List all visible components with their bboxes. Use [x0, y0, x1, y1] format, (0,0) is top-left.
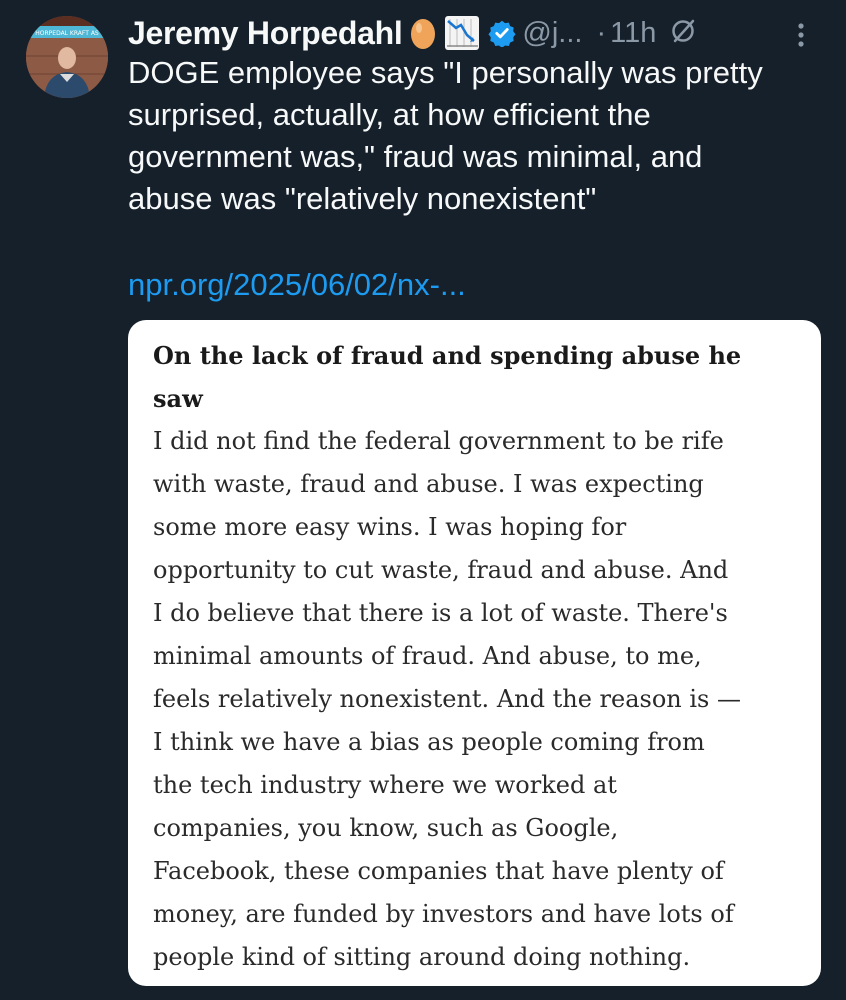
- avatar-sign-text: HORPEDAL KRAFT AS: [35, 30, 99, 37]
- quote-body-line: I did not find the federal government to…: [153, 427, 724, 455]
- quote-body-line: I think we have a bias as people coming …: [153, 728, 705, 756]
- tweet-text-line: surprised, actually, at how efficient th…: [128, 97, 651, 132]
- tweet-text-line: abuse was "relatively nonexistent": [128, 181, 597, 216]
- quote-heading-line: saw: [153, 384, 203, 413]
- separator-dot: ·: [596, 16, 607, 49]
- quote-body-line: people kind of sitting around doing noth…: [153, 943, 691, 971]
- quote-body-line: I do believe that there is a lot of wast…: [153, 599, 728, 627]
- quote-body-line: minimal amounts of fraud. And abuse, to …: [153, 642, 702, 670]
- quote-body-line: feels relatively nonexistent. And the re…: [153, 685, 741, 713]
- avatar[interactable]: HORPEDAL KRAFT AS: [26, 16, 108, 98]
- author-handle[interactable]: @j...: [522, 17, 582, 50]
- author-display-name[interactable]: Jeremy Horpedahl: [128, 15, 403, 52]
- chart-decreasing-icon: [444, 15, 480, 51]
- quote-body-line: the tech industry where we worked at: [153, 771, 617, 799]
- quote-heading-line: On the lack of fraud and spending abuse …: [153, 341, 742, 370]
- quote-body-line: opportunity to cut waste, fraud and abus…: [153, 556, 729, 584]
- quote-body-line: Facebook, these companies that have plen…: [153, 857, 724, 885]
- tweet-text-line: government was," fraud was minimal, and: [128, 139, 703, 174]
- quote-body-line: companies, you know, such as Google,: [153, 814, 619, 842]
- tweet-text-line: DOGE employee says "I personally was pre…: [128, 55, 763, 90]
- tweet-text: DOGE employee says "I personally was pre…: [128, 52, 828, 220]
- quote-image-card[interactable]: On the lack of fraud and spending abuse …: [128, 320, 821, 986]
- post-time[interactable]: 11h: [610, 17, 656, 50]
- tweet-header: Jeremy Horpedahl @j... · 11h: [128, 10, 696, 56]
- more-options-icon[interactable]: [786, 20, 816, 50]
- quote-body-line: money, are funded by investors and have …: [153, 900, 734, 928]
- verified-badge-icon: [488, 19, 516, 47]
- edited-icon[interactable]: [670, 18, 696, 48]
- quote-body-line: with waste, fraud and abuse. I was expec…: [153, 470, 704, 498]
- egg-emoji-icon: [410, 17, 436, 49]
- tweet-link[interactable]: npr.org/2025/06/02/nx-...: [128, 264, 466, 306]
- quote-body-line: some more easy wins. I was hoping for: [153, 513, 627, 541]
